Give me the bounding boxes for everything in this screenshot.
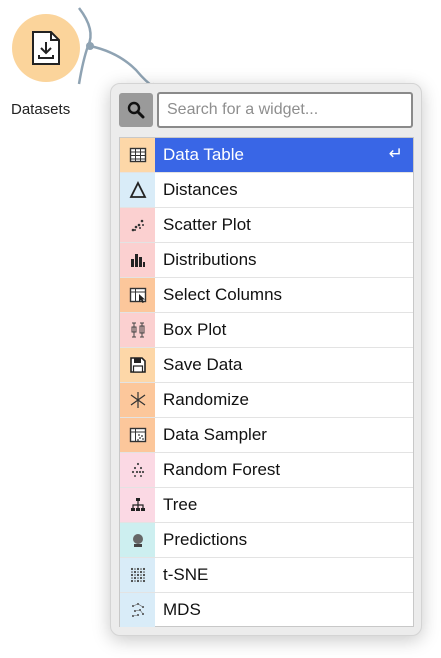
widget-item-label: Tree (163, 495, 198, 514)
scatter-plot-icon (120, 208, 155, 242)
widget-item-label: Distributions (163, 250, 257, 269)
distances-icon (120, 173, 155, 207)
widget-item-save-data[interactable]: Save Data (120, 348, 413, 383)
random-forest-icon (120, 453, 155, 487)
search-input[interactable] (157, 92, 413, 128)
distributions-icon (120, 243, 155, 277)
datasets-icon (30, 30, 62, 66)
datasets-node-circle[interactable] (12, 14, 80, 82)
select-columns-icon (120, 278, 155, 312)
widget-item-data-table[interactable]: Data Table ↵ (120, 138, 413, 173)
widget-item-label: Data Sampler (163, 425, 267, 444)
tree-icon (120, 488, 155, 522)
widget-item-select-columns[interactable]: Select Columns (120, 278, 413, 313)
predictions-icon (120, 523, 155, 557)
search-button[interactable] (119, 93, 153, 127)
widget-item-label: Scatter Plot (163, 215, 251, 234)
box-plot-icon (120, 313, 155, 347)
widget-item-distributions[interactable]: Distributions (120, 243, 413, 278)
widget-item-label: Predictions (163, 530, 248, 549)
search-icon (127, 101, 145, 119)
widget-item-label: Save Data (163, 355, 243, 374)
widget-item-t-sne[interactable]: t-SNE (120, 558, 413, 593)
datasets-node-label: Datasets (11, 101, 71, 118)
widget-item-randomize[interactable]: Randomize (120, 383, 413, 418)
widget-item-random-forest[interactable]: Random Forest (120, 453, 413, 488)
mds-icon (120, 593, 155, 627)
widget-item-tree[interactable]: Tree (120, 488, 413, 523)
search-row (119, 92, 413, 128)
widget-item-label: MDS (163, 600, 201, 619)
widget-item-distances[interactable]: Distances (120, 173, 413, 208)
widget-item-predictions[interactable]: Predictions (120, 523, 413, 558)
widget-item-label: Random Forest (163, 460, 281, 479)
save-data-icon (120, 348, 155, 382)
widget-item-label: Distances (163, 180, 238, 199)
widget-item-label: Randomize (163, 390, 249, 409)
t-sne-icon (120, 558, 155, 592)
enter-key-icon: ↵ (388, 144, 403, 164)
datasets-node[interactable] (12, 14, 80, 82)
widget-item-label: Box Plot (163, 320, 227, 339)
widget-item-label: Select Columns (163, 285, 283, 304)
widget-item-mds[interactable]: MDS (120, 593, 413, 628)
widget-item-label: Data Table (163, 145, 244, 164)
widget-item-label: t-SNE (163, 565, 209, 584)
widget-item-data-sampler[interactable]: Data Sampler (120, 418, 413, 453)
widget-item-scatter-plot[interactable]: Scatter Plot (120, 208, 413, 243)
randomize-icon (120, 383, 155, 417)
widget-search-popup: Data Table ↵ Distances Scatter Plot Distribu… (110, 83, 422, 636)
widget-item-box-plot[interactable]: Box Plot (120, 313, 413, 348)
widget-list: Data Table ↵ Distances Scatter Plot Distribu… (119, 137, 414, 627)
data-table-icon (120, 138, 155, 172)
data-sampler-icon (120, 418, 155, 452)
